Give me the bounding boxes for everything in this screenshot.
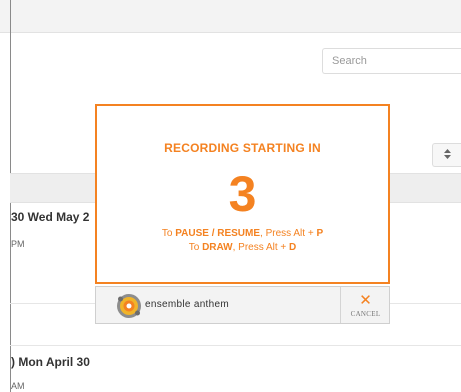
ensemble-anthem-logo-icon <box>116 293 142 319</box>
row-divider <box>10 345 461 346</box>
cancel-button[interactable]: ✕ CANCEL <box>340 287 390 323</box>
sort-updown-icon <box>443 149 451 161</box>
draw-instruction: To DRAW, Press Alt + D <box>188 242 297 253</box>
list-item-subtitle: AM <box>11 381 25 391</box>
brand-name: ensemble anthem <box>145 299 229 310</box>
sort-button[interactable] <box>432 143 461 167</box>
list-item-title[interactable]: 30 Wed May 2 <box>11 210 89 224</box>
search-input[interactable] <box>322 48 461 74</box>
top-bar <box>0 0 461 33</box>
close-icon: ✕ <box>359 291 372 309</box>
countdown-number: 3 <box>228 166 257 222</box>
countdown-heading: RECORDING STARTING IN <box>164 141 321 155</box>
pause-resume-instruction: To PAUSE / RESUME, Press Alt + P <box>161 228 324 239</box>
recording-countdown-dialog: RECORDING STARTING IN 3 To PAUSE / RESUM… <box>95 104 390 284</box>
list-item-title[interactable]: ) Mon April 30 <box>11 355 90 369</box>
cancel-label: CANCEL <box>350 309 381 318</box>
recorder-control-bar: ensemble anthem ✕ CANCEL <box>95 286 390 324</box>
list-item-subtitle: PM <box>11 239 25 249</box>
